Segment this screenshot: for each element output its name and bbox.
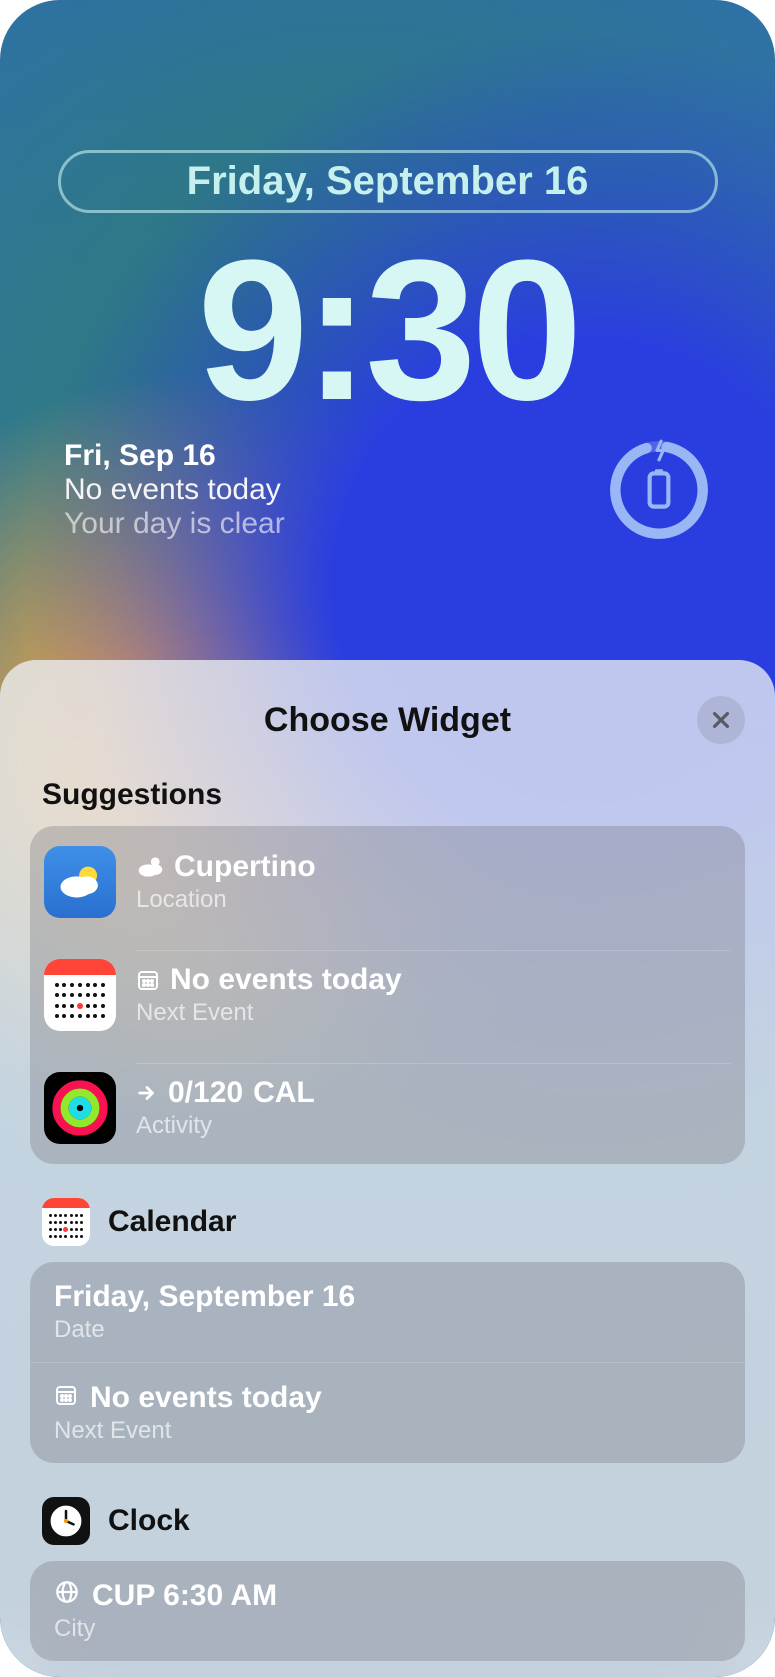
calendar-app-mini-icon (42, 1198, 90, 1246)
calendar-widget-date: Fri, Sep 16 (64, 439, 285, 473)
calendar-nextevent-subtitle: Next Event (54, 1417, 721, 1445)
calendar-date-title: Friday, September 16 (54, 1280, 721, 1314)
suggestion-activity[interactable]: 0/120 CAL Activity (30, 1051, 745, 1164)
lockscreen-top: Friday, September 16 9:30 (0, 0, 775, 431)
date-pill[interactable]: Friday, September 16 (58, 150, 718, 213)
weather-app-icon (44, 846, 116, 918)
suggestion-activity-subtitle: Activity (136, 1112, 731, 1140)
date-full: Friday, September 16 (187, 159, 589, 203)
suggestion-calendar-title: No events today (170, 963, 402, 997)
widget-row: Fri, Sep 16 No events today Your day is … (64, 438, 711, 542)
clock-city-subtitle: City (54, 1615, 721, 1643)
choose-widget-sheet: Choose Widget Suggestions (0, 660, 775, 1677)
suggestion-calendar[interactable]: No events today Next Event (30, 938, 745, 1051)
clock-app-mini-icon (42, 1497, 90, 1545)
arrow-right-icon (136, 1082, 158, 1104)
clock-city-row[interactable]: CUP 6:30 AM City (30, 1561, 745, 1661)
close-icon (710, 709, 732, 731)
clock-time[interactable]: 9:30 (197, 231, 577, 431)
weather-glyph-icon (136, 853, 164, 881)
calendar-app-icon (44, 959, 116, 1031)
calendar-widget[interactable]: Fri, Sep 16 No events today Your day is … (64, 439, 285, 541)
calendar-grid-icon (54, 1381, 78, 1415)
clock-widgets-card: CUP 6:30 AM City (30, 1561, 745, 1661)
calendar-widgets-card: Friday, September 16 Date (30, 1262, 745, 1463)
suggestion-weather-title: Cupertino (174, 850, 316, 884)
clock-section-title: Clock (108, 1504, 190, 1538)
sheet-title: Choose Widget (264, 701, 511, 740)
battery-widget[interactable] (607, 438, 711, 542)
activity-app-icon (44, 1072, 116, 1144)
lockscreen-editor: Friday, September 16 9:30 Fri, Sep 16 No… (0, 0, 775, 1677)
clock-city-title: CUP 6:30 AM (92, 1579, 277, 1613)
calendar-nextevent-title: No events today (90, 1381, 322, 1415)
suggestions-card: Cupertino Location (30, 826, 745, 1164)
calendar-section-title: Calendar (108, 1205, 236, 1239)
calendar-date-row[interactable]: Friday, September 16 Date (30, 1262, 745, 1362)
suggestion-activity-title: 0/120 (168, 1076, 243, 1110)
suggestion-calendar-subtitle: Next Event (136, 999, 731, 1027)
close-button[interactable] (697, 696, 745, 744)
battery-ring-icon (607, 438, 711, 542)
clock-section-header: Clock (42, 1497, 733, 1545)
calendar-widget-events: No events today (64, 473, 285, 507)
suggestion-weather-subtitle: Location (136, 886, 731, 914)
calendar-glyph-icon (136, 968, 160, 992)
calendar-nextevent-row[interactable]: No events today Next Event (30, 1362, 745, 1463)
sheet-header: Choose Widget (0, 690, 775, 750)
suggestion-weather[interactable]: Cupertino Location (30, 826, 745, 938)
calendar-section-header: Calendar (42, 1198, 733, 1246)
suggestion-activity-unit: CAL (253, 1076, 315, 1110)
globe-icon (54, 1579, 80, 1613)
calendar-date-subtitle: Date (54, 1316, 721, 1344)
calendar-widget-clear: Your day is clear (64, 507, 285, 541)
suggestions-label: Suggestions (42, 778, 733, 812)
